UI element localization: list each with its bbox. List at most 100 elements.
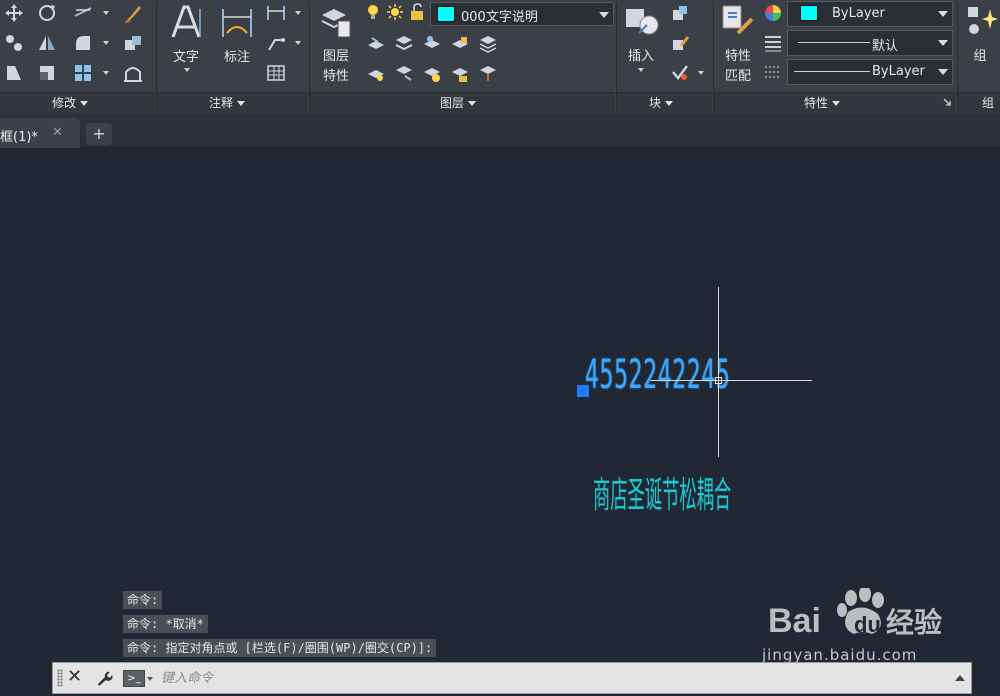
file-tab-label[interactable]: 框(1)* [0, 126, 38, 145]
crosshair-vertical [718, 287, 719, 457]
layer-unlock-all-icon[interactable] [449, 62, 471, 84]
properties-dialog-launcher-icon[interactable] [942, 97, 952, 107]
table-icon[interactable] [265, 62, 287, 84]
autocad-window: 修改 文字 标注 注释 图层 特性 000文字说明 图层 插入 块 特性 匹配 … [0, 0, 1000, 696]
explode-icon[interactable] [122, 32, 144, 54]
color-dropdown[interactable]: ByLayer [787, 1, 953, 27]
close-command-line-icon[interactable]: ✕ [67, 666, 82, 687]
linetype-dropdown-arrow-icon[interactable] [938, 69, 948, 75]
recent-commands-dropdown-icon[interactable] [147, 677, 153, 681]
layer-dropdown[interactable]: 000文字说明 [430, 2, 614, 26]
erase-brush-icon[interactable] [122, 2, 144, 24]
color-wheel-icon[interactable] [763, 3, 783, 23]
lineweight-dropdown-value: 默认 [872, 39, 899, 54]
layer-off-icon[interactable] [365, 32, 387, 54]
layer-properties-icon[interactable] [318, 3, 352, 39]
linetype-dropdown-value: ByLayer [872, 64, 925, 79]
array-dropdown-icon[interactable] [103, 71, 109, 75]
lineweight-icon[interactable] [763, 33, 783, 53]
rotate-icon[interactable] [36, 2, 58, 24]
block-panel-caret-icon [665, 101, 674, 106]
move-icon[interactable] [3, 2, 25, 24]
lineweight-dropdown[interactable]: 默认 [787, 30, 953, 56]
trim-icon[interactable] [72, 2, 94, 24]
command-history-toggle-icon[interactable] [955, 675, 965, 681]
block-attribute-dropdown-icon[interactable] [698, 71, 704, 75]
linear-dimension-dropdown-icon[interactable] [295, 11, 301, 15]
block-attribute-icon[interactable] [669, 62, 691, 84]
match-properties-icon[interactable] [720, 3, 756, 39]
leader-dropdown-icon[interactable] [295, 41, 301, 45]
layers-panel-title[interactable]: 图层 [440, 94, 477, 111]
file-tab[interactable]: 框(1)* ✕ [0, 118, 80, 148]
create-block-icon[interactable] [669, 2, 691, 24]
match-properties-label-line1[interactable]: 特性 [718, 45, 758, 64]
layer-freeze-icon[interactable] [421, 32, 443, 54]
layer-on-all-icon[interactable] [365, 62, 387, 84]
modify-panel: 修改 [0, 0, 155, 114]
layer-unisolate-icon[interactable] [393, 62, 415, 84]
text-dropdown-icon[interactable] [184, 68, 190, 72]
color-dropdown-value: ByLayer [832, 6, 885, 21]
layer-match-icon[interactable] [477, 32, 499, 54]
layer-properties-label-line1[interactable]: 图层 [316, 45, 356, 64]
layer-dropdown-arrow-icon[interactable] [599, 12, 609, 18]
layer-thaw-sun-icon[interactable] [386, 2, 404, 22]
dimension-icon[interactable] [219, 3, 255, 41]
leader-icon[interactable] [265, 32, 287, 54]
svg-text:经验: 经验 [886, 606, 942, 639]
block-panel-title[interactable]: 块 [649, 94, 674, 111]
linetype-preview [794, 71, 870, 72]
fillet-dropdown-icon[interactable] [103, 41, 109, 45]
mirror-icon[interactable] [36, 32, 58, 54]
new-tab-button[interactable]: + [86, 123, 112, 145]
insert-block-icon[interactable] [623, 3, 661, 39]
layer-on-bulb-icon[interactable] [365, 2, 381, 22]
offset-icon[interactable] [122, 62, 144, 84]
insert-button-label[interactable]: 插入 [621, 45, 661, 64]
close-tab-icon[interactable]: ✕ [52, 125, 63, 140]
layer-unlock-icon[interactable] [408, 2, 426, 22]
groups-panel: 组 组 [958, 0, 1000, 114]
command-line-bar: ✕ >_ [52, 662, 972, 694]
command-history-line: 命令: 指定对角点或 [栏选(F)/圈围(WP)/圈交(CP)]: [123, 639, 437, 657]
layer-isolate-icon[interactable] [393, 32, 415, 54]
array-icon[interactable] [72, 62, 94, 84]
dimension-button-label[interactable]: 标注 [219, 46, 255, 65]
layer-lock-icon[interactable] [449, 32, 471, 54]
command-line-grip-handle[interactable] [57, 669, 63, 687]
command-prompt-icon[interactable]: >_ [123, 670, 145, 687]
groups-panel-title[interactable]: 组 [982, 94, 994, 111]
stretch-icon[interactable] [3, 62, 25, 84]
trim-dropdown-icon[interactable] [103, 11, 109, 15]
group-icon[interactable] [964, 3, 998, 39]
fillet-icon[interactable] [72, 32, 94, 54]
command-input[interactable] [161, 667, 941, 689]
linear-dimension-icon[interactable] [265, 2, 287, 24]
linetype-icon[interactable] [763, 62, 783, 82]
group-button-label[interactable]: 组 [970, 45, 990, 64]
layer-thaw-all-icon[interactable] [421, 62, 443, 84]
wrench-icon[interactable] [95, 669, 113, 687]
layer-merge-icon[interactable] [477, 62, 499, 84]
scale-icon[interactable] [36, 62, 58, 84]
text-button-label[interactable]: 文字 [169, 46, 203, 65]
edit-block-icon[interactable] [669, 32, 691, 54]
color-dropdown-arrow-icon[interactable] [938, 11, 948, 17]
annotation-panel-title[interactable]: 注释 [209, 94, 246, 111]
properties-panel-title[interactable]: 特性 [804, 94, 841, 111]
layers-panel-caret-icon [468, 101, 477, 106]
linetype-dropdown[interactable]: ByLayer [787, 59, 953, 85]
chinese-mtext[interactable]: 商店圣诞节松耦合 [593, 466, 731, 518]
lineweight-dropdown-arrow-icon[interactable] [938, 40, 948, 46]
insert-dropdown-icon[interactable] [638, 68, 644, 72]
match-properties-label-line2[interactable]: 匹配 [718, 65, 758, 84]
lineweight-preview [798, 42, 870, 43]
crosshair-horizontal [650, 380, 812, 381]
copy-icon[interactable] [3, 32, 25, 54]
modify-panel-title[interactable]: 修改 [52, 94, 89, 111]
svg-text:du: du [854, 612, 881, 637]
text-icon[interactable] [169, 3, 203, 41]
layer-properties-label-line2[interactable]: 特性 [316, 65, 356, 84]
number-mtext[interactable]: 4552242245 [585, 352, 730, 398]
